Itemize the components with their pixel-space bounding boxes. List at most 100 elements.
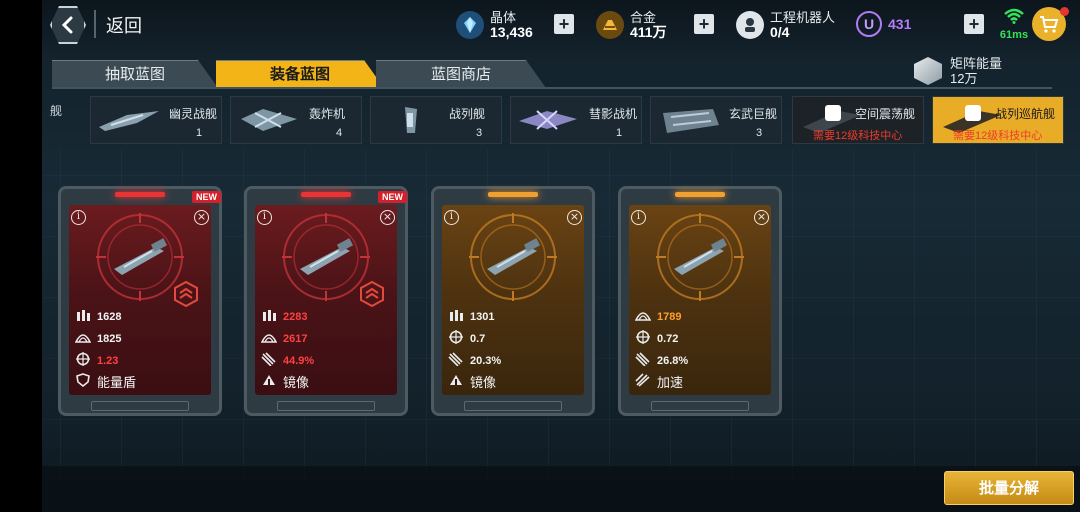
ship-edge-label: 舰 [50, 104, 63, 118]
card-stat: 2283 [261, 308, 307, 325]
stat-value: 0.72 [657, 332, 679, 345]
tab-equip-blueprint[interactable]: 装备蓝图 [216, 60, 384, 88]
ship-comet-fighter[interactable]: 彗影战机 1 [510, 96, 642, 144]
mirror-icon [448, 373, 470, 390]
blueprint-card[interactable]: i × 1301 0.7 20.3% 镜像 [431, 186, 595, 416]
stat-value: 44.9% [283, 354, 315, 367]
close-icon[interactable]: × [754, 210, 769, 225]
info-icon[interactable]: i [257, 210, 272, 225]
bottom-bar [42, 466, 1080, 512]
resource-alloy: 合金 411万 [596, 6, 667, 44]
resource-label: 合金 [630, 10, 657, 25]
missile-icon [635, 352, 657, 369]
stat-value: 1.23 [97, 354, 119, 367]
rank-chevron-icon [360, 281, 384, 307]
card-stat: 1628 [75, 308, 121, 325]
blueprint-card[interactable]: NEW i × 2283 2617 44.9% 镜像 [244, 186, 408, 416]
skill-label: 加速 [657, 375, 684, 390]
ship-filter-row: 舰 幽灵战舰 1 轰炸机 4 战列舰 3 彗影战机 1 玄武巨舰 3 空间震荡舰… [42, 94, 1080, 144]
card-footer [277, 401, 375, 411]
ship-name: 彗影战机 [589, 107, 638, 121]
stat-value: 1825 [97, 332, 122, 345]
add-alloy-button[interactable]: + [694, 14, 714, 34]
card-stat: 0.72 [635, 330, 678, 347]
cart-icon [1040, 16, 1059, 33]
ship-battleship[interactable]: 战列舰 3 [370, 96, 502, 144]
blueprint-card[interactable]: i × 1789 0.72 26.8% 加速 [618, 186, 782, 416]
alloy-icon [596, 11, 624, 39]
card-skill: 镜像 [261, 372, 309, 391]
resource-robot: 工程机器人 0/4 [736, 6, 835, 44]
ship-name: 幽灵战舰 [169, 107, 218, 121]
blueprint-weapon-icon [656, 213, 744, 301]
stat-value: 20.3% [470, 354, 502, 367]
crystal-icon [456, 11, 484, 39]
lock-icon [965, 105, 981, 121]
rank-chevron-icon [174, 281, 198, 307]
blueprint-card[interactable]: NEW i × 1628 1825 1.23 能量盾 [58, 186, 222, 416]
shield-icon [75, 373, 97, 390]
card-stat: 44.9% [261, 352, 314, 369]
card-footer [464, 401, 562, 411]
stat-value: 2617 [283, 332, 308, 345]
ship-battlecruiser-locked[interactable]: 战列巡航舰 需要12级科技中心 [932, 96, 1064, 144]
add-crystal-button[interactable]: + [554, 14, 574, 34]
ship-icon [519, 110, 577, 130]
network-status: 61ms [994, 8, 1034, 41]
card-stat: 1789 [635, 308, 681, 325]
ship-space-shock-locked[interactable]: 空间震荡舰 需要12级科技中心 [792, 96, 924, 144]
ship-name: 玄武巨舰 [729, 107, 778, 121]
tab-draw-blueprint[interactable]: 抽取蓝图 [52, 60, 218, 88]
new-badge: NEW [378, 191, 407, 203]
wifi-icon [1004, 8, 1024, 24]
ship-icon [241, 109, 297, 131]
matrix-energy-label: 矩阵能量 [950, 56, 1003, 71]
card-stat: 1.23 [75, 352, 118, 369]
info-icon[interactable]: i [71, 210, 86, 225]
robot-icon [736, 11, 764, 39]
info-icon[interactable]: i [631, 210, 646, 225]
blueprint-weapon-icon [469, 213, 557, 301]
batch-decompose-button[interactable]: 批量分解 [944, 471, 1074, 505]
stat-value: 0.7 [470, 332, 486, 345]
info-icon[interactable]: i [444, 210, 459, 225]
tab-underline [52, 87, 1052, 89]
armor-icon [261, 330, 283, 347]
chevron-left-icon [61, 16, 73, 34]
ship-ghost[interactable]: 幽灵战舰 1 [90, 96, 222, 144]
card-stat: 2617 [261, 330, 307, 347]
rarity-glow [115, 192, 165, 197]
card-footer [91, 401, 189, 411]
resource-value: 0/4 [770, 24, 790, 40]
ship-name: 战列巡航舰 [995, 107, 1056, 121]
ship-bomber[interactable]: 轰炸机 4 [230, 96, 362, 144]
stat-value: 2283 [283, 310, 308, 323]
ammo-icon [75, 308, 97, 325]
tab-blueprint-shop[interactable]: 蓝图商店 [376, 60, 546, 88]
missile-icon [261, 352, 283, 369]
card-stat: 0.7 [448, 330, 485, 347]
crosshair-icon [635, 330, 657, 347]
close-icon[interactable]: × [194, 210, 209, 225]
stat-value: 1628 [97, 310, 122, 323]
ship-count: 3 [475, 127, 483, 139]
crosshair-icon [75, 352, 97, 369]
back-button[interactable] [50, 6, 86, 44]
matrix-energy: 矩阵能量 12万 [914, 56, 1002, 86]
premium-currency-value: 431 [888, 16, 912, 32]
card-stat: 20.3% [448, 352, 501, 369]
close-icon[interactable]: × [567, 210, 582, 225]
ship-xuanwu[interactable]: 玄武巨舰 3 [650, 96, 782, 144]
add-premium-button[interactable]: + [964, 14, 984, 34]
resource-value: 13,436 [490, 24, 533, 40]
new-badge: NEW [192, 191, 221, 203]
back-label[interactable]: 返回 [106, 12, 142, 38]
close-icon[interactable]: × [380, 210, 395, 225]
tab-bar: 抽取蓝图 装备蓝图 蓝图商店 [52, 60, 552, 88]
ammo-icon [448, 308, 470, 325]
ship-icon [663, 109, 719, 133]
resource-crystal: 晶体 13,436 [456, 6, 533, 44]
card-footer [651, 401, 749, 411]
ship-name: 轰炸机 [309, 107, 346, 121]
lock-icon [825, 105, 841, 121]
